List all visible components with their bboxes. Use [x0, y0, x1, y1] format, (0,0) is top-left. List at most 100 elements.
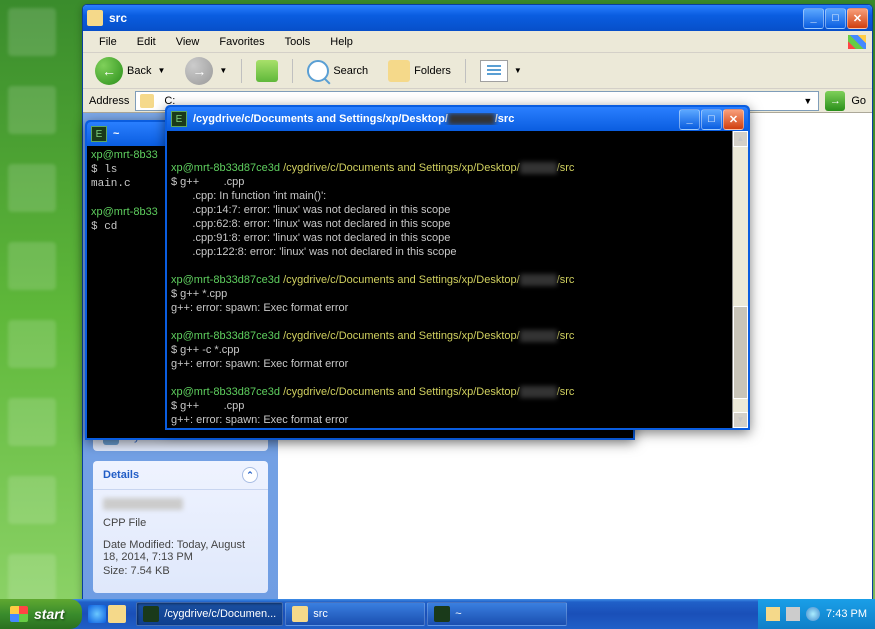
show-desktop-icon[interactable]	[108, 605, 126, 623]
views-button[interactable]: ▼	[474, 57, 528, 85]
taskbar: start /cygdrive/c/Documen... src ~ 7:43 PM	[0, 599, 875, 629]
forward-arrow-icon: →	[185, 57, 213, 85]
separator	[241, 59, 242, 83]
details-body: CPP File Date Modified: Today, August 18…	[93, 490, 268, 585]
desktop-icon[interactable]	[8, 320, 56, 368]
menubar: File Edit View Favorites Tools Help	[83, 31, 872, 53]
quick-launch	[82, 605, 132, 623]
back-label: Back	[127, 65, 151, 77]
menu-edit[interactable]: Edit	[127, 33, 166, 51]
toolbar: ← Back ▼ → ▼ Search Folders ▼	[83, 53, 872, 89]
folder-up-icon	[256, 60, 278, 82]
search-icon	[307, 60, 329, 82]
back-button[interactable]: ← Back ▼	[89, 54, 171, 88]
search-label: Search	[333, 65, 368, 77]
menu-favorites[interactable]: Favorites	[209, 33, 274, 51]
taskbar-item[interactable]: ~	[427, 602, 567, 626]
folder-icon	[140, 94, 154, 108]
task-icon	[143, 606, 159, 622]
separator	[292, 59, 293, 83]
task-label: ~	[455, 608, 461, 620]
terminal-title: /cygdrive/c/Documents and Settings/xp/De…	[193, 113, 673, 125]
chevron-down-icon[interactable]: ▼	[219, 66, 227, 75]
task-icon	[292, 606, 308, 622]
filetype-label: CPP File	[103, 517, 258, 529]
up-button[interactable]	[250, 57, 284, 85]
chevron-down-icon[interactable]: ▼	[157, 66, 165, 75]
xp-logo-icon	[842, 31, 872, 53]
minimize-button[interactable]: _	[803, 8, 824, 29]
terminal-title-suffix: /src	[495, 113, 515, 125]
desktop-icon[interactable]	[8, 8, 56, 56]
menu-help[interactable]: Help	[320, 33, 363, 51]
terminal-window-front: E /cygdrive/c/Documents and Settings/xp/…	[165, 105, 750, 430]
chevron-down-icon[interactable]: ▼	[514, 66, 522, 75]
task-label: src	[313, 608, 328, 620]
taskbar-item[interactable]: /cygdrive/c/Documen...	[136, 602, 283, 626]
desktop-icon[interactable]	[8, 554, 56, 602]
scroll-up-button[interactable]: ▲	[733, 131, 748, 147]
scrollbar[interactable]: ▲ ▼	[732, 131, 748, 428]
maximize-button[interactable]: □	[825, 8, 846, 29]
tray-icon[interactable]	[806, 607, 820, 621]
desktop-icon[interactable]	[8, 164, 56, 212]
separator	[465, 59, 466, 83]
menu-tools[interactable]: Tools	[275, 33, 321, 51]
terminal-icon: E	[171, 111, 187, 127]
tray-icon[interactable]	[786, 607, 800, 621]
clock[interactable]: 7:43 PM	[826, 608, 867, 620]
maximize-button[interactable]: □	[701, 109, 722, 130]
details-panel: Details ⌃ CPP File Date Modified: Today,…	[93, 461, 268, 593]
back-arrow-icon: ←	[95, 57, 123, 85]
folder-icon	[87, 10, 103, 26]
start-button[interactable]: start	[0, 599, 82, 629]
task-label: /cygdrive/c/Documen...	[164, 608, 276, 620]
redacted: xxxxxxx	[448, 113, 495, 125]
scrollbar-thumb[interactable]	[733, 306, 748, 399]
address-dropdown[interactable]: ▼	[801, 96, 814, 106]
system-tray: 7:43 PM	[758, 599, 875, 629]
close-button[interactable]: ✕	[847, 8, 868, 29]
address-label: Address	[89, 95, 129, 107]
details-title: Details	[103, 469, 139, 481]
terminal-icon: E	[91, 126, 107, 142]
terminal-title-path: /cygdrive/c/Documents and Settings/xp/De…	[193, 113, 448, 125]
tray-icon[interactable]	[766, 607, 780, 621]
close-button[interactable]: ✕	[723, 109, 744, 130]
size-label: Size: 7.54 KB	[103, 565, 258, 577]
views-icon	[480, 60, 508, 82]
go-button[interactable]: →	[825, 91, 845, 111]
folders-button[interactable]: Folders	[382, 57, 457, 85]
explorer-titlebar[interactable]: src _ □ ✕	[83, 5, 872, 31]
modified-label: Date Modified: Today, August 18, 2014, 7…	[103, 539, 258, 563]
start-label: start	[34, 606, 64, 622]
minimize-button[interactable]: _	[679, 109, 700, 130]
desktop-icon[interactable]	[8, 476, 56, 524]
task-items: /cygdrive/c/Documen... src ~	[132, 602, 758, 626]
terminal-titlebar[interactable]: E /cygdrive/c/Documents and Settings/xp/…	[167, 107, 748, 131]
details-header: Details ⌃	[93, 461, 268, 490]
folders-icon	[388, 60, 410, 82]
filename-redacted	[103, 498, 183, 510]
desktop-icon[interactable]	[8, 398, 56, 446]
folders-label: Folders	[414, 65, 451, 77]
scrollbar-track[interactable]	[733, 147, 748, 412]
desktop-icons	[8, 8, 78, 602]
menu-view[interactable]: View	[166, 33, 210, 51]
task-icon	[434, 606, 450, 622]
taskbar-item[interactable]: src	[285, 602, 425, 626]
desktop-icon[interactable]	[8, 86, 56, 134]
scroll-down-button[interactable]: ▼	[733, 412, 748, 428]
terminal-output[interactable]: xp@mrt-8b33d87ce3d /cygdrive/c/Documents…	[167, 131, 748, 428]
ie-icon[interactable]	[88, 605, 106, 623]
go-label: Go	[851, 95, 866, 107]
desktop-icon[interactable]	[8, 242, 56, 290]
window-controls: _ □ ✕	[679, 109, 744, 130]
window-controls: _ □ ✕	[803, 8, 868, 29]
forward-button[interactable]: → ▼	[179, 54, 233, 88]
windows-flag-icon	[10, 606, 28, 622]
menu-file[interactable]: File	[89, 33, 127, 51]
window-title: src	[109, 11, 803, 25]
collapse-button[interactable]: ⌃	[242, 467, 258, 483]
search-button[interactable]: Search	[301, 57, 374, 85]
